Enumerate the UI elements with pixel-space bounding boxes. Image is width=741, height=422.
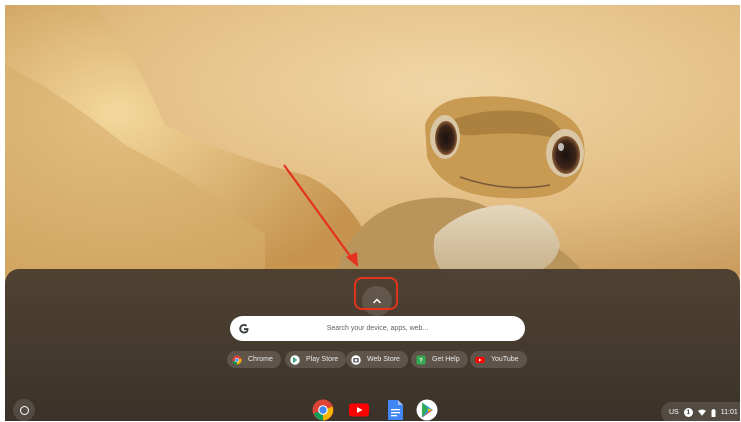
suggestion-label: Web Store: [367, 356, 400, 363]
suggestion-chip-youtube[interactable]: YouTube: [470, 351, 527, 368]
svg-text:?: ?: [419, 358, 423, 364]
launcher-button[interactable]: [13, 399, 35, 421]
web-store-icon: [351, 354, 361, 365]
launcher-circle-icon: [19, 405, 29, 415]
wallpaper-gecko-image: [5, 5, 740, 275]
suggestion-chip-web-store[interactable]: Web Store: [346, 351, 408, 368]
wifi-icon: [697, 409, 706, 416]
shelf-google-docs-icon[interactable]: [384, 399, 406, 421]
suggestion-label: Get Help: [432, 356, 460, 363]
shelf-chrome-icon[interactable]: [312, 399, 334, 421]
expand-launcher-button[interactable]: [362, 286, 392, 316]
chromeos-desktop: Search your device, apps, web... Chrome …: [5, 5, 740, 421]
input-method-label: US: [669, 409, 679, 416]
suggestion-chip-play-store[interactable]: Play Store: [285, 351, 347, 368]
shelf-youtube-icon[interactable]: [348, 399, 370, 421]
search-placeholder: Search your device, apps, web...: [326, 325, 429, 332]
suggestion-label: Play Store: [306, 356, 339, 363]
notification-count-badge: 1: [683, 408, 693, 417]
suggestion-label: YouTube: [491, 356, 519, 363]
play-store-icon: [290, 354, 300, 365]
shelf-play-store-icon[interactable]: [416, 399, 438, 421]
suggestion-label: Chrome: [248, 356, 273, 363]
chrome-icon: [232, 355, 242, 364]
status-tray[interactable]: US 1 11:01: [661, 402, 740, 421]
battery-icon: [711, 408, 716, 417]
suggestion-chip-chrome[interactable]: Chrome: [227, 351, 281, 368]
suggestion-chip-get-help[interactable]: ? Get Help: [411, 351, 468, 368]
get-help-icon: ?: [416, 355, 426, 364]
youtube-icon: [475, 356, 485, 363]
launcher-search-box[interactable]: Search your device, apps, web...: [230, 316, 525, 341]
clock-time: 11:01: [720, 409, 738, 416]
chevron-up-icon: [372, 298, 382, 304]
